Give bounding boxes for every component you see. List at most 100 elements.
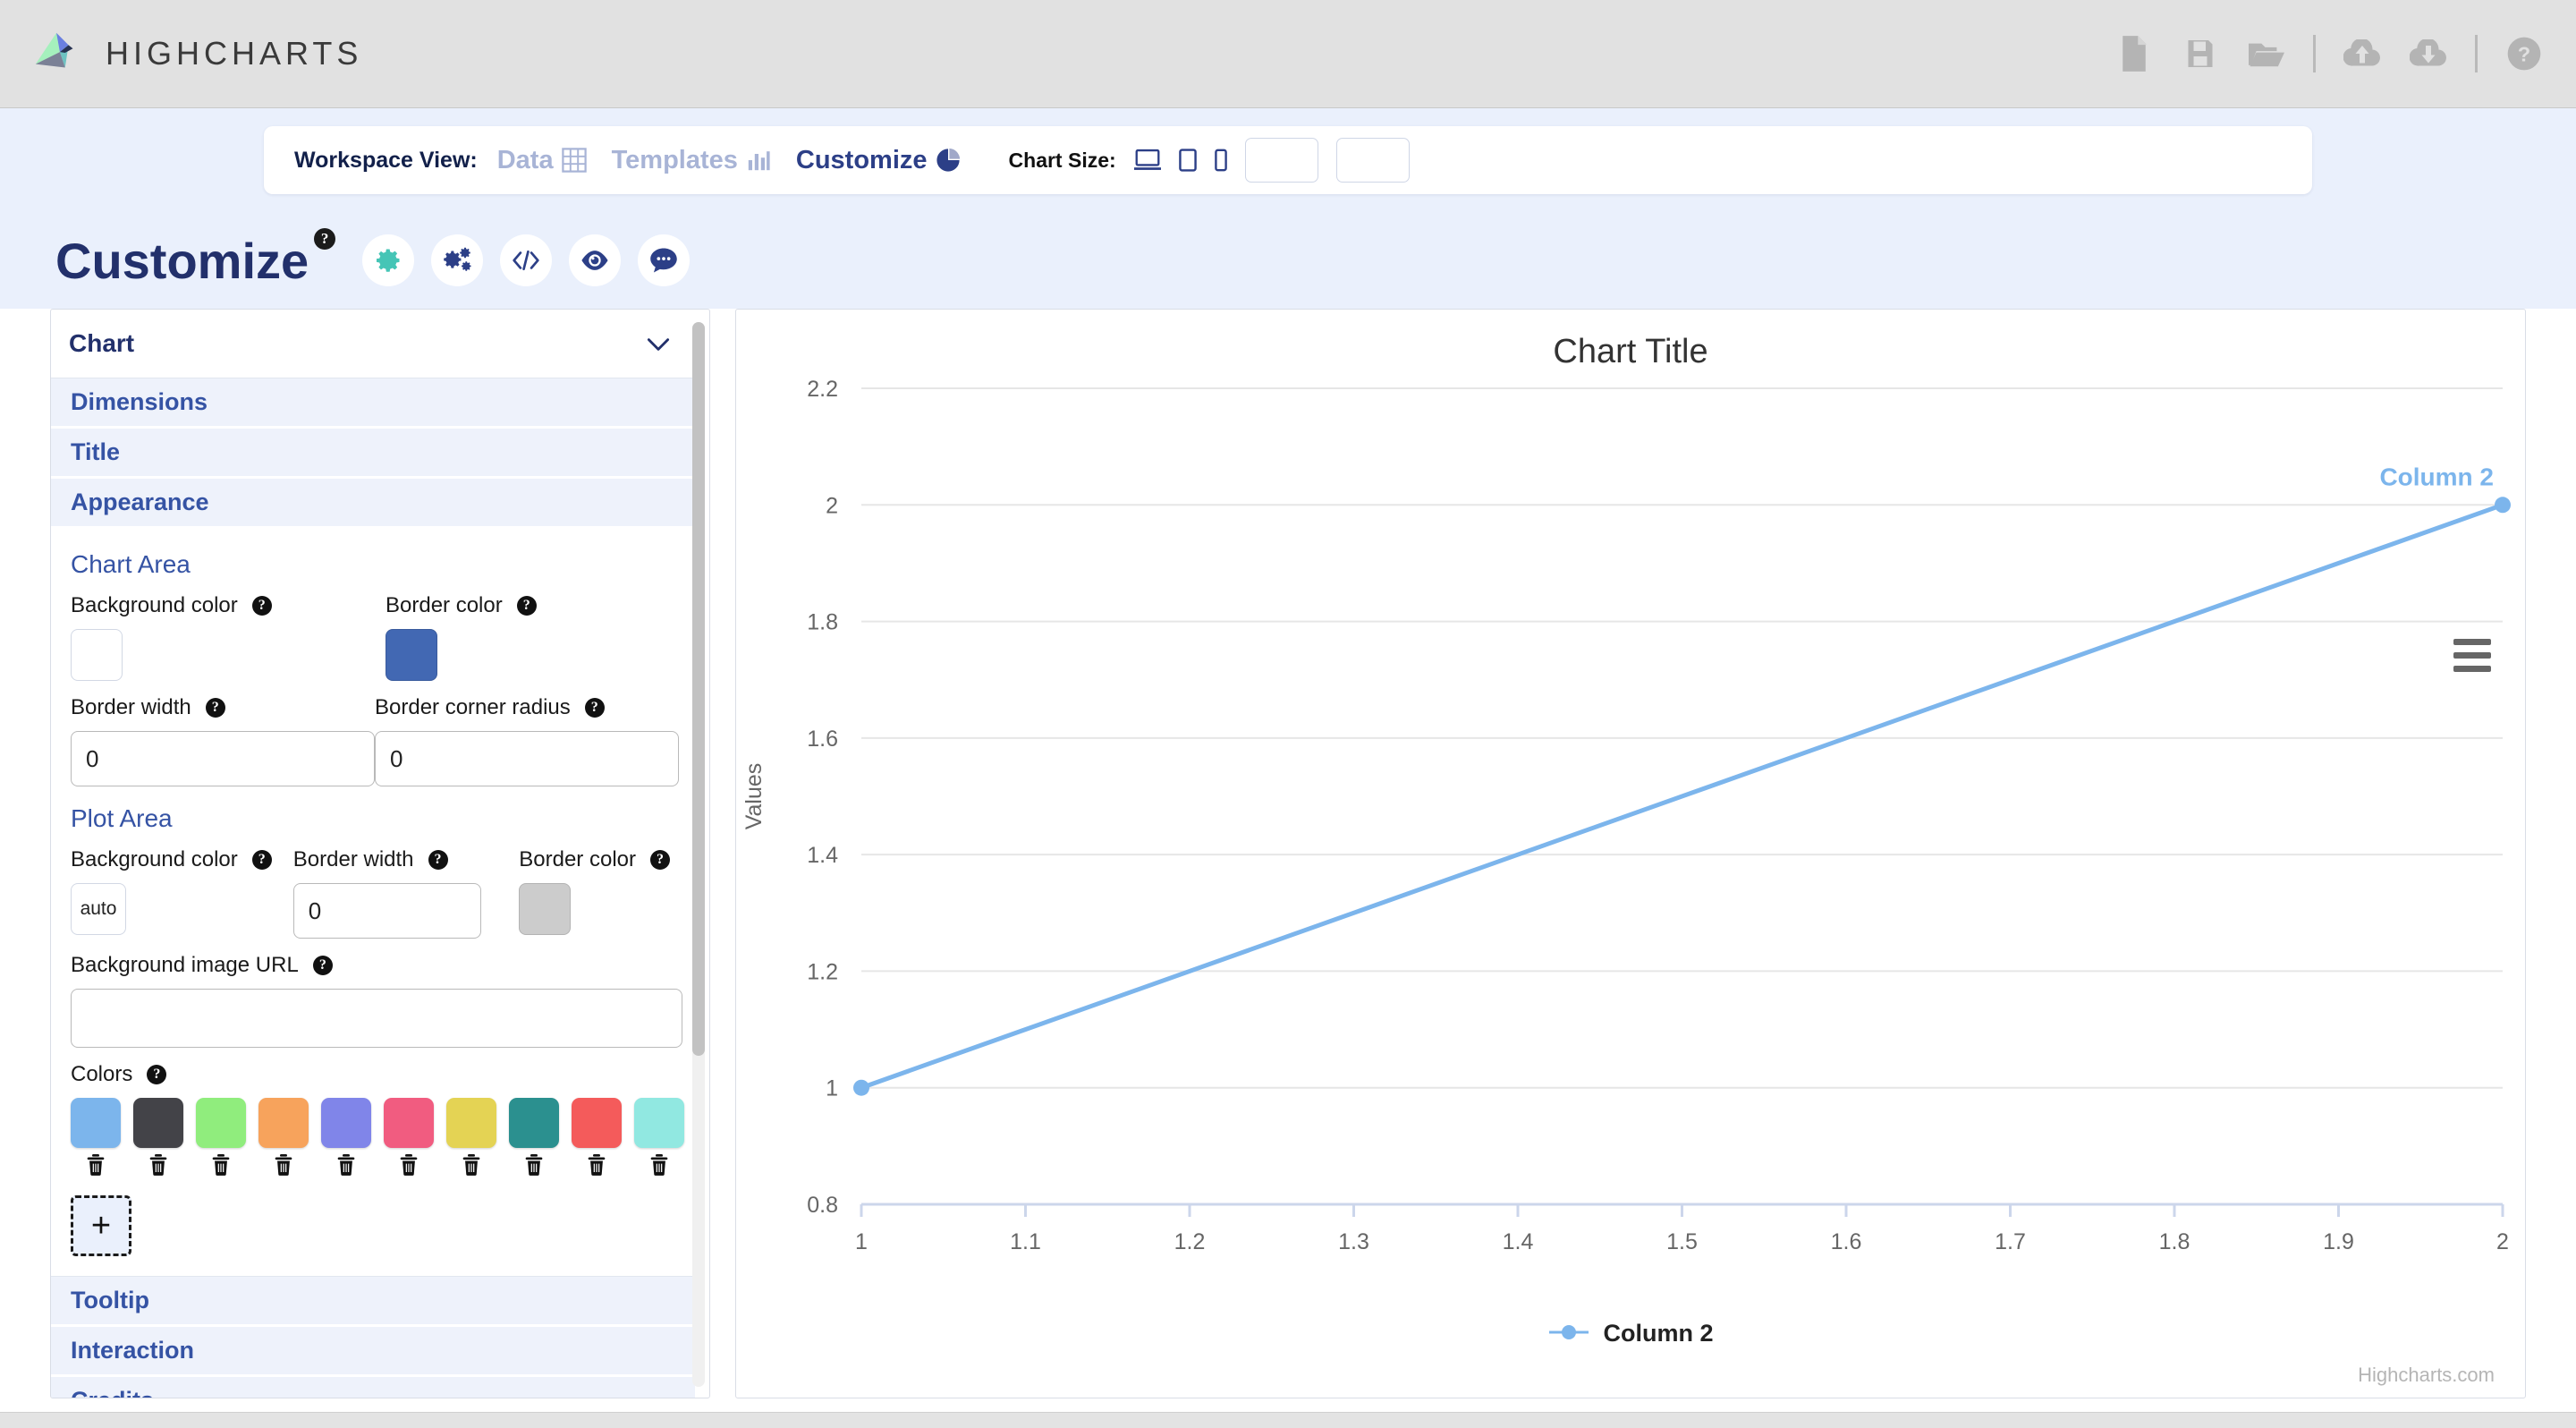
chart-area-group-title: Chart Area	[71, 550, 191, 578]
new-file-icon[interactable]	[2114, 34, 2154, 73]
sidebar-section-dimensions-label: Dimensions	[71, 388, 208, 415]
save-icon[interactable]	[2181, 34, 2220, 73]
trash-icon[interactable]	[258, 1154, 309, 1176]
color-swatch[interactable]	[258, 1098, 309, 1176]
workspace-view-bar: Workspace View: Data Templates Customize…	[0, 108, 2576, 212]
series-point[interactable]	[2495, 497, 2511, 514]
help-icon[interactable]: ?	[205, 698, 225, 718]
color-swatch[interactable]	[133, 1098, 183, 1176]
sidebar-section-interaction[interactable]: Interaction	[51, 1327, 695, 1377]
open-folder-icon[interactable]	[2247, 34, 2286, 73]
plot-bg-image-input[interactable]	[71, 989, 682, 1048]
brand-name: HIGHCHARTS	[106, 35, 363, 72]
sidebar-scrollbar[interactable]	[692, 322, 705, 1056]
trash-icon[interactable]	[321, 1154, 371, 1176]
cloud-download-icon[interactable]	[2409, 34, 2448, 73]
app-header: HIGHCHARTS ?	[0, 0, 2576, 108]
sidebar-section-title[interactable]: Title	[51, 429, 695, 479]
color-chip[interactable]	[509, 1098, 559, 1148]
color-swatch[interactable]	[196, 1098, 246, 1176]
color-swatch[interactable]	[384, 1098, 434, 1176]
color-chip[interactable]	[384, 1098, 434, 1148]
color-swatch[interactable]	[446, 1098, 496, 1176]
plot-border-width-input[interactable]: 0	[292, 883, 481, 939]
chart-bg-color-swatch[interactable]	[71, 629, 123, 681]
help-icon[interactable]: ?	[2504, 34, 2544, 73]
trash-icon[interactable]	[572, 1154, 622, 1176]
code-brackets-icon	[511, 247, 541, 274]
code-view-button[interactable]	[500, 234, 553, 286]
page-heading: Customize ?	[0, 212, 2576, 309]
x-axis-tick-label: 1.5	[1666, 1229, 1698, 1254]
tab-templates[interactable]: Templates	[612, 146, 771, 175]
bar-chart-icon	[746, 148, 771, 173]
help-icon[interactable]: ?	[516, 596, 537, 616]
series-line[interactable]	[859, 502, 2505, 1091]
color-chip[interactable]	[321, 1098, 371, 1148]
help-icon[interactable]: ?	[650, 850, 670, 870]
sidebar-section-appearance-label: Appearance	[71, 489, 209, 515]
trash-icon[interactable]	[71, 1154, 121, 1176]
color-swatch[interactable]	[572, 1098, 622, 1176]
chart-border-width-input[interactable]: 0	[71, 731, 375, 786]
color-chip[interactable]	[572, 1098, 622, 1148]
sidebar-header[interactable]: Chart	[51, 310, 695, 378]
color-chip[interactable]	[133, 1098, 183, 1148]
series-point[interactable]	[853, 1079, 869, 1096]
color-chip[interactable]	[258, 1098, 309, 1148]
sidebar-section-appearance[interactable]: Appearance	[51, 479, 695, 529]
mobile-icon[interactable]	[1214, 149, 1227, 172]
color-swatch[interactable]	[634, 1098, 684, 1176]
help-icon[interactable]: ?	[147, 1065, 167, 1084]
chart-legend[interactable]: Column 2	[736, 1320, 2525, 1347]
help-icon[interactable]: ?	[428, 850, 448, 870]
sidebar-section-tooltip[interactable]: Tooltip	[51, 1277, 695, 1327]
double-gear-icon	[443, 246, 471, 275]
help-icon[interactable]: ?	[312, 956, 333, 975]
comments-button[interactable]	[638, 234, 691, 286]
sidebar-section-dimensions[interactable]: Dimensions	[51, 378, 695, 429]
help-icon[interactable]: ?	[584, 698, 605, 718]
tab-data-label: Data	[496, 145, 554, 174]
y-axis-tick-label: 1.8	[807, 610, 838, 635]
color-chip[interactable]	[71, 1098, 121, 1148]
page-help-icon[interactable]: ?	[314, 227, 336, 250]
x-axis-tick-label: 1.6	[1831, 1229, 1862, 1254]
trash-icon[interactable]	[634, 1154, 684, 1176]
trash-icon[interactable]	[196, 1154, 246, 1176]
help-icon[interactable]: ?	[251, 596, 272, 616]
page-title-text: Customize	[55, 232, 309, 289]
simple-settings-button[interactable]	[362, 234, 415, 286]
chart-border-radius-input[interactable]: 0	[375, 731, 679, 786]
preview-button[interactable]	[569, 234, 622, 286]
plot-border-color-swatch[interactable]	[519, 883, 572, 935]
legend-marker-icon	[1547, 1320, 1590, 1347]
advanced-settings-button[interactable]	[431, 234, 484, 286]
tab-data[interactable]: Data	[497, 146, 587, 175]
color-swatch[interactable]	[321, 1098, 371, 1176]
plot-bg-color-swatch[interactable]: auto	[71, 883, 126, 935]
chart-height-input[interactable]	[1335, 138, 1410, 183]
sidebar-section-credits[interactable]: Credits	[51, 1377, 695, 1398]
color-swatch[interactable]	[71, 1098, 121, 1176]
add-color-button[interactable]: +	[71, 1195, 131, 1256]
tab-customize[interactable]: Customize	[796, 146, 961, 175]
cloud-upload-icon[interactable]	[2343, 34, 2382, 73]
chevron-down-icon[interactable]	[647, 330, 670, 358]
sidebar-accordion: Dimensions Title Appearance	[51, 378, 695, 529]
tablet-icon[interactable]	[1178, 149, 1197, 172]
chart-border-color-swatch[interactable]	[386, 629, 437, 681]
desktop-icon[interactable]	[1133, 149, 1161, 172]
sidebar-section-tooltip-label: Tooltip	[71, 1287, 149, 1313]
color-chip[interactable]	[446, 1098, 496, 1148]
color-swatch[interactable]	[509, 1098, 559, 1176]
trash-icon[interactable]	[384, 1154, 434, 1176]
trash-icon[interactable]	[133, 1154, 183, 1176]
trash-icon[interactable]	[446, 1154, 496, 1176]
chart-width-input[interactable]	[1244, 138, 1318, 183]
color-chip[interactable]	[196, 1098, 246, 1148]
help-icon[interactable]: ?	[251, 850, 272, 870]
chart-credits[interactable]: Highcharts.com	[2358, 1364, 2495, 1387]
trash-icon[interactable]	[509, 1154, 559, 1176]
color-chip[interactable]	[634, 1098, 684, 1148]
